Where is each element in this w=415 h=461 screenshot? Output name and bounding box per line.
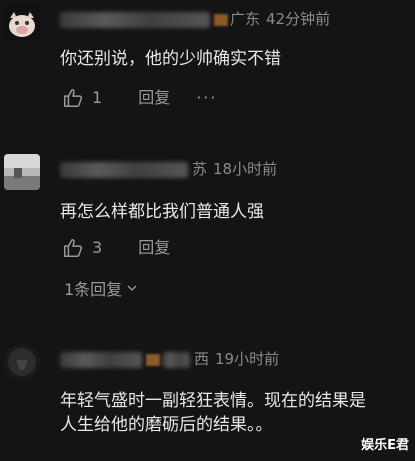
location-blurred	[162, 351, 190, 368]
avatar-image	[4, 154, 40, 190]
comment-text-line-1: 年轻气盛时一副轻狂表情。现在的结果是	[60, 391, 366, 411]
username-blurred[interactable]	[60, 161, 188, 178]
comment-meta: 广东 42分钟前	[60, 8, 330, 30]
avatar[interactable]	[4, 344, 40, 380]
thumbs-up-icon	[64, 239, 83, 257]
like-button[interactable]: 3	[62, 236, 102, 260]
comment-location: 西	[194, 350, 210, 368]
comment-actions: 1 回复 ···	[62, 86, 217, 110]
reply-button[interactable]: 回复	[138, 236, 170, 260]
location-marker	[146, 353, 160, 366]
avatar[interactable]	[4, 154, 40, 190]
comment-location: 广东	[230, 10, 261, 28]
chevron-down-icon	[127, 285, 137, 291]
comment-2: 苏 18小时前 再怎么样都比我们普通人强 3 回复 1条回复	[0, 150, 415, 310]
like-count: 3	[92, 238, 103, 257]
comment-3: 西 19小时前 年轻气盛时一副轻狂表情。现在的结果是 人生给他的磨砺后的结果。。	[0, 340, 415, 461]
comment-text: 年轻气盛时一副轻狂表情。现在的结果是 人生给他的磨砺后的结果。。	[60, 389, 413, 437]
avatar-image	[4, 4, 40, 40]
comment-text-line-2: 人生给他的磨砺后的结果。。	[60, 415, 273, 435]
comment-text: 再怎么样都比我们普通人强	[60, 202, 264, 222]
like-count: 1	[92, 88, 103, 107]
comment-1: 广东 42分钟前 你还别说，他的少帅确实不错 1 回复 ···	[0, 0, 415, 120]
avatar-image	[4, 344, 40, 380]
comment-actions: 3 回复	[62, 236, 170, 260]
comment-time: 19小时前	[215, 350, 280, 368]
watermark: 娱乐E君	[361, 438, 409, 453]
comment-time: 42分钟前	[266, 10, 331, 28]
avatar[interactable]	[4, 4, 40, 40]
replies-count-label: 1条回复	[64, 280, 123, 299]
username-blurred[interactable]	[60, 351, 142, 368]
comment-location: 苏	[192, 160, 208, 178]
more-dots-icon[interactable]: ···	[196, 86, 217, 110]
comment-meta: 西 19小时前	[60, 348, 279, 370]
view-replies-button[interactable]: 1条回复	[64, 276, 138, 300]
comment-time: 18小时前	[213, 160, 278, 178]
location-marker	[214, 13, 228, 26]
comment-meta: 苏 18小时前	[60, 158, 277, 180]
reply-button[interactable]: 回复	[138, 86, 170, 110]
username-blurred[interactable]	[60, 11, 210, 28]
thumbs-up-icon	[64, 89, 83, 107]
like-button[interactable]: 1	[62, 86, 102, 110]
comment-text: 你还别说，他的少帅确实不错	[60, 49, 281, 69]
